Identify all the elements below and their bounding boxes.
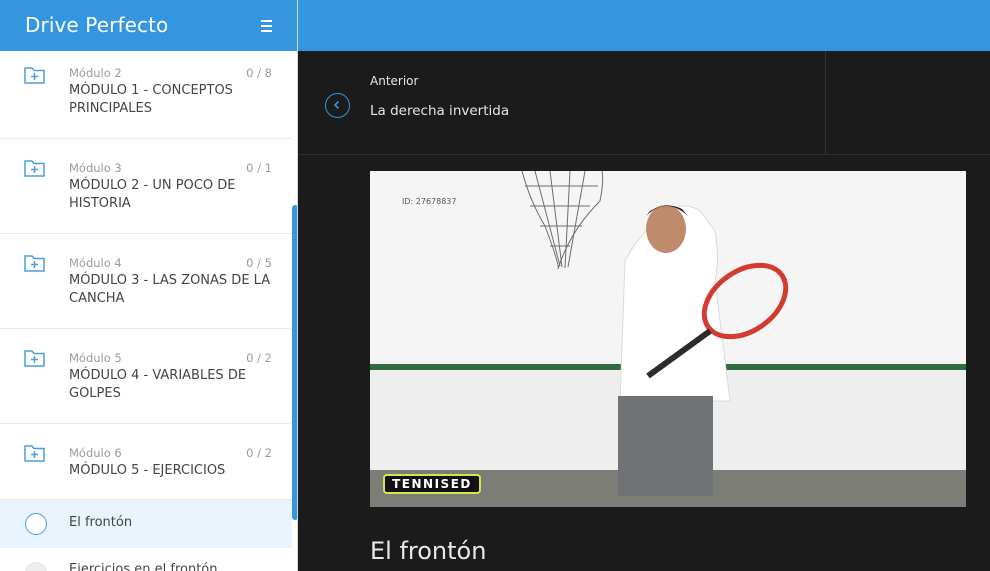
- module-number: Módulo 2: [69, 66, 122, 80]
- sidebar-scrollbar[interactable]: [292, 205, 297, 520]
- lesson-status-icon: [25, 513, 47, 535]
- course-title: Drive Perfecto: [25, 13, 169, 37]
- lesson-heading: El frontón: [370, 537, 487, 565]
- module-progress: 0 / 5: [246, 256, 272, 270]
- module-number: Módulo 5: [69, 351, 122, 365]
- lesson-title: El frontón: [69, 515, 133, 530]
- folder-plus-icon: [24, 445, 45, 462]
- video-player[interactable]: ID: 27678837 TENNISED: [370, 171, 966, 507]
- video-frame: [370, 171, 966, 507]
- lesson-item-active[interactable]: El frontón: [0, 500, 292, 548]
- lesson-status-icon: [25, 562, 47, 571]
- module-title: MÓDULO 4 - VARIABLES DE GOLPES: [69, 368, 247, 401]
- folder-plus-icon: [24, 67, 45, 84]
- module-progress: 0 / 2: [246, 351, 272, 365]
- module-item[interactable]: Módulo 3 0 / 1 MÓDULO 2 - UN POCO DE HIS…: [0, 139, 292, 234]
- module-progress: 0 / 1: [246, 161, 272, 175]
- lesson-item[interactable]: Ejercicios en el frontón: [0, 548, 292, 571]
- nav-divider: [825, 51, 826, 155]
- module-item[interactable]: Módulo 4 0 / 5 MÓDULO 3 - LAS ZONAS DE L…: [0, 234, 292, 329]
- module-number: Módulo 4: [69, 256, 122, 270]
- folder-plus-icon: [24, 350, 45, 367]
- menu-icon[interactable]: [252, 14, 280, 38]
- module-title: MÓDULO 1 - CONCEPTOS PRINCIPALES: [69, 83, 233, 116]
- sidebar-header: Drive Perfecto: [0, 0, 297, 51]
- module-item[interactable]: Módulo 6 0 / 2 MÓDULO 5 - EJERCICIOS: [0, 424, 292, 500]
- module-progress: 0 / 2: [246, 446, 272, 460]
- module-number: Módulo 3: [69, 161, 122, 175]
- module-item[interactable]: Módulo 2 0 / 8 MÓDULO 1 - CONCEPTOS PRIN…: [0, 51, 292, 139]
- module-title: MÓDULO 3 - LAS ZONAS DE LA CANCHA: [69, 273, 271, 306]
- module-number: Módulo 6: [69, 446, 122, 460]
- video-id-text: ID: 27678837: [402, 197, 457, 206]
- chevron-left-icon: [333, 100, 340, 110]
- top-bar: [298, 0, 990, 51]
- previous-button[interactable]: [325, 93, 350, 118]
- lesson-nav: Anterior La derecha invertida: [298, 51, 990, 155]
- brand-logo: TENNISED: [383, 474, 481, 494]
- folder-plus-icon: [24, 160, 45, 177]
- lesson-title: Ejercicios en el frontón: [69, 562, 218, 571]
- module-title: MÓDULO 2 - UN POCO DE HISTORIA: [69, 178, 236, 211]
- previous-label: Anterior: [370, 74, 419, 88]
- module-progress: 0 / 8: [246, 66, 272, 80]
- previous-lesson-title[interactable]: La derecha invertida: [370, 103, 509, 119]
- module-title: MÓDULO 5 - EJERCICIOS: [69, 463, 226, 478]
- folder-plus-icon: [24, 255, 45, 272]
- sidebar: Drive Perfecto Módulo 2 0 / 8 MÓDULO 1 -…: [0, 0, 298, 571]
- module-item[interactable]: Módulo 5 0 / 2 MÓDULO 4 - VARIABLES DE G…: [0, 329, 292, 424]
